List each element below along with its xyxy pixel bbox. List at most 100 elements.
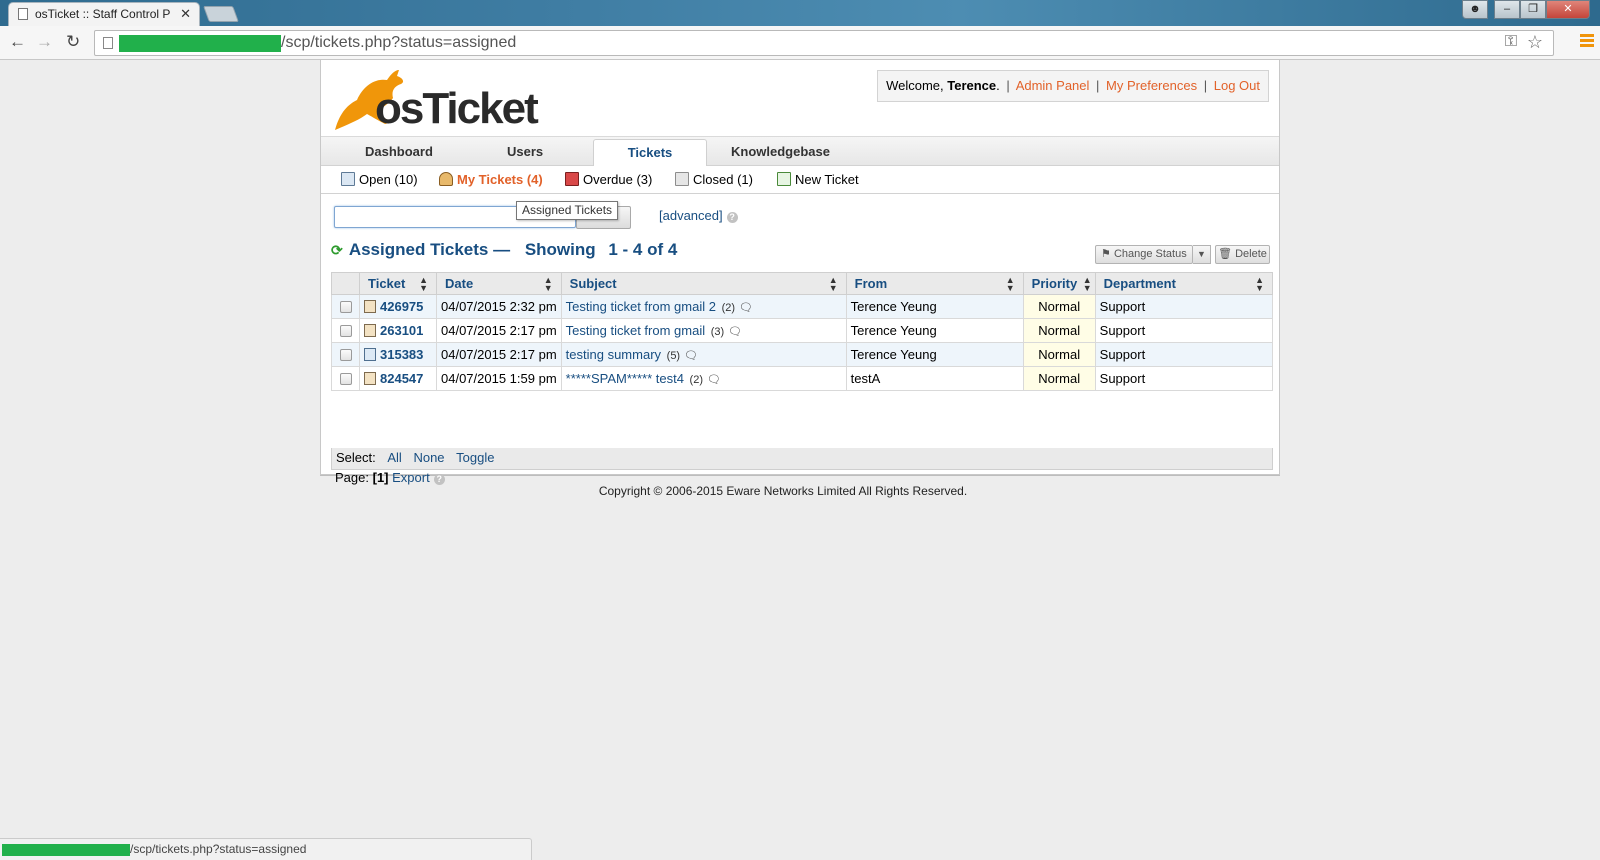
profile-icon[interactable]: ☻ <box>1462 0 1488 19</box>
table-row: 315383 04/07/2015 2:17 pm testing summar… <box>331 342 1274 367</box>
list-title-link[interactable]: Assigned Tickets — <box>349 240 510 259</box>
subject-link[interactable]: testing summary <box>566 347 661 362</box>
maximize-icon[interactable]: ❐ <box>1520 0 1546 19</box>
ticket-number-link[interactable]: 824547 <box>380 371 423 386</box>
ticket-cell: 315383 <box>359 342 437 367</box>
column-header-date[interactable]: Date ▲ ▼ <box>436 272 562 295</box>
forward-arrow-icon[interactable]: → <box>36 32 53 52</box>
chat-bubble-icon: 🗨 <box>728 326 743 338</box>
row-checkbox[interactable] <box>340 325 352 337</box>
sort-icon: ▲ ▼ <box>1005 275 1015 293</box>
subnav-open[interactable]: Open (10) <box>341 171 418 189</box>
ticket-icon <box>364 300 376 313</box>
subject-link[interactable]: Testing ticket from gmail <box>566 323 705 338</box>
separator: | <box>1096 78 1100 93</box>
column-header-subject[interactable]: Subject ▲ ▼ <box>560 272 847 295</box>
header-label: Priority <box>1031 276 1078 291</box>
admin-panel-link[interactable]: Admin Panel <box>1016 78 1090 93</box>
row-select-cell <box>331 294 360 319</box>
help-icon[interactable]: ? <box>726 212 738 223</box>
subnav-overdue[interactable]: Overdue (3) <box>565 171 652 189</box>
ticket-cell: 263101 <box>359 318 437 343</box>
key-icon[interactable]: ⚿ <box>1505 33 1517 51</box>
select-toggle-link[interactable]: Toggle <box>456 450 494 465</box>
reload-icon[interactable]: ↻ <box>66 32 80 52</box>
tab-close-icon[interactable]: ✕ <box>180 3 191 25</box>
osticket-logo[interactable]: osTicket <box>329 64 539 133</box>
export-link[interactable]: Export <box>392 470 430 485</box>
row-checkbox[interactable] <box>340 373 352 385</box>
browser-menu-icon[interactable] <box>1580 34 1594 49</box>
select-label: Select: <box>336 450 376 465</box>
ticket-number-link[interactable]: 263101 <box>380 323 423 338</box>
date-cell: 04/07/2015 2:17 pm <box>436 342 562 367</box>
my-preferences-link[interactable]: My Preferences <box>1106 78 1197 93</box>
bookmark-star-icon[interactable]: ☆ <box>1527 32 1543 53</box>
refresh-icon[interactable]: ⟳ <box>331 242 343 258</box>
back-arrow-icon[interactable]: ← <box>9 32 26 52</box>
subject-link[interactable]: *****SPAM***** test4 <box>566 371 684 386</box>
subnav-new-ticket-label: New Ticket <box>795 172 859 187</box>
header: osTicket Welcome, Terence. | Admin Panel… <box>321 60 1279 136</box>
page-container: osTicket Welcome, Terence. | Admin Panel… <box>320 60 1280 485</box>
window-close-icon[interactable]: ✕ <box>1546 0 1590 19</box>
from-cell: Terence Yeung <box>845 342 1024 367</box>
delete-button[interactable]: 🗑 Delete <box>1215 245 1270 264</box>
closed-tickets-icon <box>675 172 689 186</box>
subnav-closed[interactable]: Closed (1) <box>675 171 753 189</box>
new-tab-button[interactable] <box>203 6 239 22</box>
page-label: Page: <box>335 470 369 485</box>
department-cell: Support <box>1094 366 1274 391</box>
status-url: /scp/tickets.php?status=assigned <box>130 842 307 856</box>
browser-toolbar: ← → ↻ /scp/tickets.php?status=assigned ⚿… <box>0 26 1600 60</box>
sort-icon: ▲ ▼ <box>1082 275 1092 293</box>
subnav-new-ticket[interactable]: New Ticket <box>777 171 859 189</box>
ticket-icon <box>364 324 376 337</box>
ticket-number-link[interactable]: 315383 <box>380 347 423 362</box>
table-row: 824547 04/07/2015 1:59 pm *****SPAM*****… <box>331 366 1274 391</box>
url-path: /scp/tickets.php?status=assigned <box>281 34 517 51</box>
column-header-priority[interactable]: Priority ▲ ▼ <box>1022 272 1096 295</box>
select-none-link[interactable]: None <box>413 450 444 465</box>
tab-dashboard[interactable]: Dashboard <box>341 139 457 166</box>
chat-bubble-icon: 🗨 <box>707 374 721 386</box>
subnav-my-tickets-label: My Tickets (4) <box>457 172 543 187</box>
subject-link[interactable]: Testing ticket from gmail 2 <box>566 299 716 314</box>
row-checkbox[interactable] <box>340 349 352 361</box>
table-row: 426975 04/07/2015 2:32 pm Testing ticket… <box>331 294 1274 319</box>
delete-label: Delete <box>1235 248 1267 260</box>
row-select-cell <box>331 318 360 343</box>
subnav-my-tickets[interactable]: My Tickets (4) <box>439 171 543 189</box>
address-bar[interactable]: /scp/tickets.php?status=assigned ⚿ ☆ <box>94 30 1554 56</box>
user-name: Terence <box>947 78 997 93</box>
flag-icon: ⚑ <box>1101 248 1111 260</box>
column-header-ticket[interactable]: Ticket ▲ ▼ <box>359 272 437 295</box>
trash-icon: 🗑 <box>1218 248 1233 260</box>
column-header-from[interactable]: From ▲ ▼ <box>845 272 1024 295</box>
tab-users[interactable]: Users <box>483 139 567 166</box>
subnav-open-label: Open (10) <box>359 172 418 187</box>
tab-knowledgebase[interactable]: Knowledgebase <box>707 139 854 166</box>
from-cell: Terence Yeung <box>845 294 1024 319</box>
row-checkbox[interactable] <box>340 301 352 313</box>
advanced-search-link[interactable]: [advanced] <box>659 208 723 223</box>
minimize-icon[interactable]: – <box>1494 0 1520 19</box>
select-all-link[interactable]: All <box>387 450 401 465</box>
redacted-host <box>2 844 130 856</box>
tab-tickets[interactable]: Tickets <box>593 139 707 166</box>
browser-tab[interactable]: osTicket :: Staff Control P ✕ <box>8 2 200 26</box>
change-status-button[interactable]: ⚑ Change Status <box>1095 245 1193 264</box>
welcome-prefix: Welcome, <box>886 78 948 93</box>
subject-cell: Testing ticket from gmail 2 (2) 🗨 <box>560 294 847 319</box>
log-out-link[interactable]: Log Out <box>1214 78 1260 93</box>
ticket-icon <box>364 372 376 385</box>
subject-cell: testing summary (5) 🗨 <box>560 342 847 367</box>
sort-icon: ▲ ▼ <box>1255 275 1264 293</box>
ticket-number-link[interactable]: 426975 <box>380 299 423 314</box>
from-cell: Terence Yeung <box>845 318 1024 343</box>
chat-bubble-icon: 🗨 <box>684 350 699 362</box>
thread-count: (5) <box>666 350 681 362</box>
change-status-dropdown[interactable]: ▼ <box>1193 245 1211 264</box>
column-header-department[interactable]: Department ▲ ▼ <box>1094 272 1274 295</box>
sub-nav: Open (10) My Tickets (4) Overdue (3) Clo… <box>321 167 1279 194</box>
